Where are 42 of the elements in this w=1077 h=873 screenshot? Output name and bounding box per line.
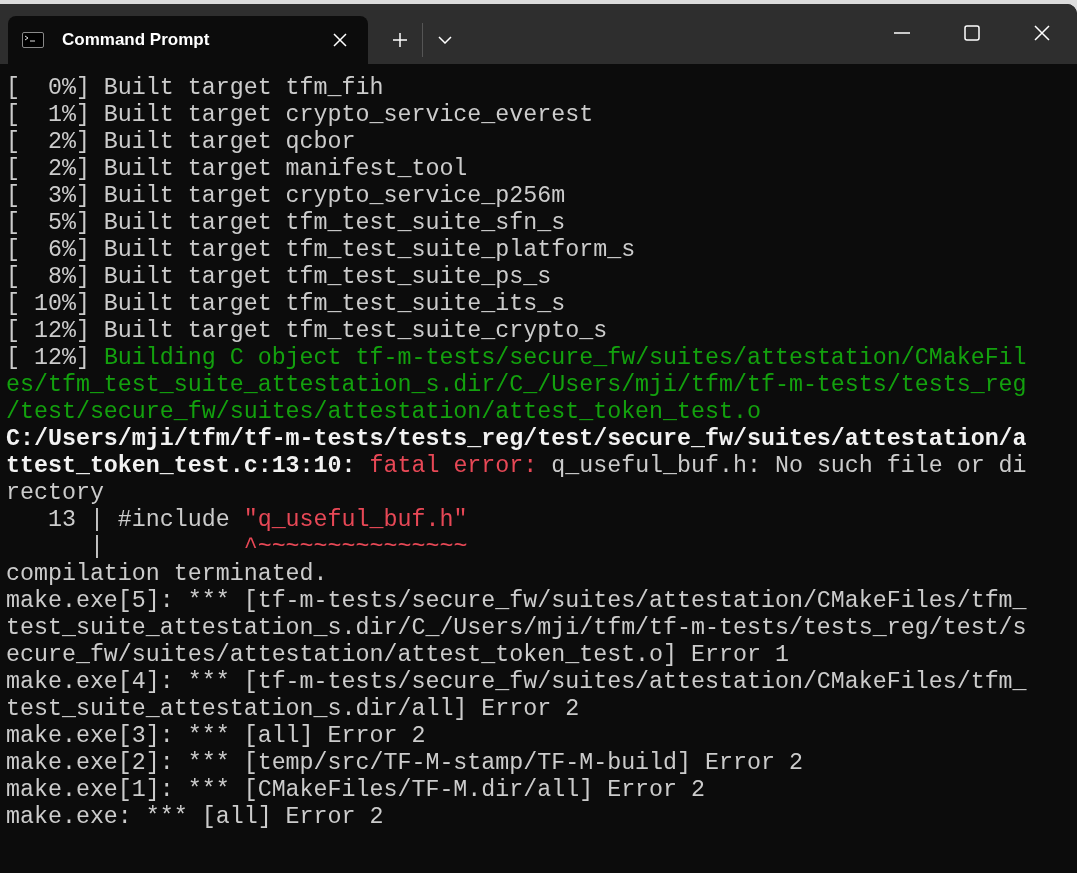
- terminal-output-text: make.exe[4]: *** [tf-m-tests/secure_fw/suites/attestation/CMakeFiles/tfm_: [6, 669, 1027, 695]
- terminal-output-text: [ 3%] Built target crypto_service_p256m: [6, 183, 566, 209]
- terminal-output-text: [ 12%] Built target tfm_test_suite_crypto_s: [6, 318, 608, 344]
- terminal-output-text: [ 1%] Built target crypto_service_everest: [6, 102, 594, 128]
- terminal-output-text: C:/Users/mji/tfm/tf-m-tests/tests_reg/test/secure_fw/suites/attestation/a: [6, 426, 1027, 452]
- tab-title: Command Prompt: [62, 29, 210, 52]
- terminal-output-text: test_suite_attestation_s.dir/all] Error 2: [6, 696, 580, 722]
- plus-icon: [392, 32, 408, 48]
- terminal-output-text: make.exe[3]: *** [all] Error 2: [6, 723, 426, 749]
- terminal-output-text: [ 10%] Built target tfm_test_suite_its_s: [6, 291, 566, 317]
- terminal-tab[interactable]: Command Prompt: [8, 16, 368, 64]
- terminal-output-text: [ 8%] Built target tfm_test_suite_ps_s: [6, 264, 552, 290]
- terminal-output-text: ^~~~~~~~~~~~~~~~: [243, 534, 468, 560]
- terminal-output-text: make.exe: *** [all] Error 2: [6, 804, 384, 830]
- terminal-output-text: test_suite_attestation_s.dir/C_/Users/mji/tfm/tf-m-tests/tests_reg/test/s: [6, 615, 1027, 641]
- terminal-output-text: ecure_fw/suites/attestation/attest_token_test.o] Error 1: [6, 642, 789, 668]
- terminal-output-text: /test/secure_fw/suites/attestation/attest_token_test.o: [6, 399, 761, 425]
- terminal-output-text: "q_useful_buf.h": [243, 507, 468, 533]
- terminal-output-text: [ 6%] Built target tfm_test_suite_platform_s: [6, 237, 636, 263]
- terminal-output-text: [ 2%] Built target manifest_tool: [6, 156, 468, 182]
- terminal-output-text: [ 2%] Built target qcbor: [6, 129, 356, 155]
- terminal-output-text: Building C object tf-m-tests/secure_fw/suites/attestation/CMakeFil: [103, 345, 1027, 371]
- terminal-icon: [22, 32, 44, 48]
- terminal-output-text: q_useful_buf.h: No such file or di: [551, 453, 1027, 479]
- terminal-output-text: 13 | #include: [46, 507, 231, 533]
- terminal-output-text: make.exe[5]: *** [tf-m-tests/secure_fw/suites/attestation/CMakeFiles/tfm_: [6, 588, 1027, 614]
- terminal-output-text: fatal error:: [369, 453, 539, 479]
- terminal-output-text: make.exe[2]: *** [temp/src/TF-M-stamp/TF-M-build] Error 2: [6, 750, 803, 776]
- terminal-output-text: [ 12%]: [6, 345, 91, 371]
- terminal-output-text: make.exe[1]: *** [CMakeFiles/TF-M.dir/all] Error 2: [6, 777, 706, 803]
- maximize-icon: [964, 25, 980, 41]
- terminal-output-text: rectory: [6, 480, 104, 506]
- minimize-icon: [894, 32, 910, 34]
- terminal-output-text: es/tfm_test_suite_attestation_s.dir/C_/Users/mji/tfm/tf-m-tests/tests_reg: [6, 372, 1027, 398]
- terminal-output-text: [ 5%] Built target tfm_test_suite_sfn_s: [6, 210, 566, 236]
- terminal-output-text: [ 0%] Built target tfm_fih: [6, 75, 384, 101]
- terminal-output-text: compilation terminated.: [6, 561, 328, 587]
- close-icon: [333, 33, 347, 47]
- terminal-output-text: ttest_token_test.c:13:10:: [6, 453, 357, 479]
- close-icon: [1034, 25, 1050, 41]
- chevron-down-icon: [438, 36, 452, 44]
- terminal-output-text: |: [88, 534, 105, 560]
